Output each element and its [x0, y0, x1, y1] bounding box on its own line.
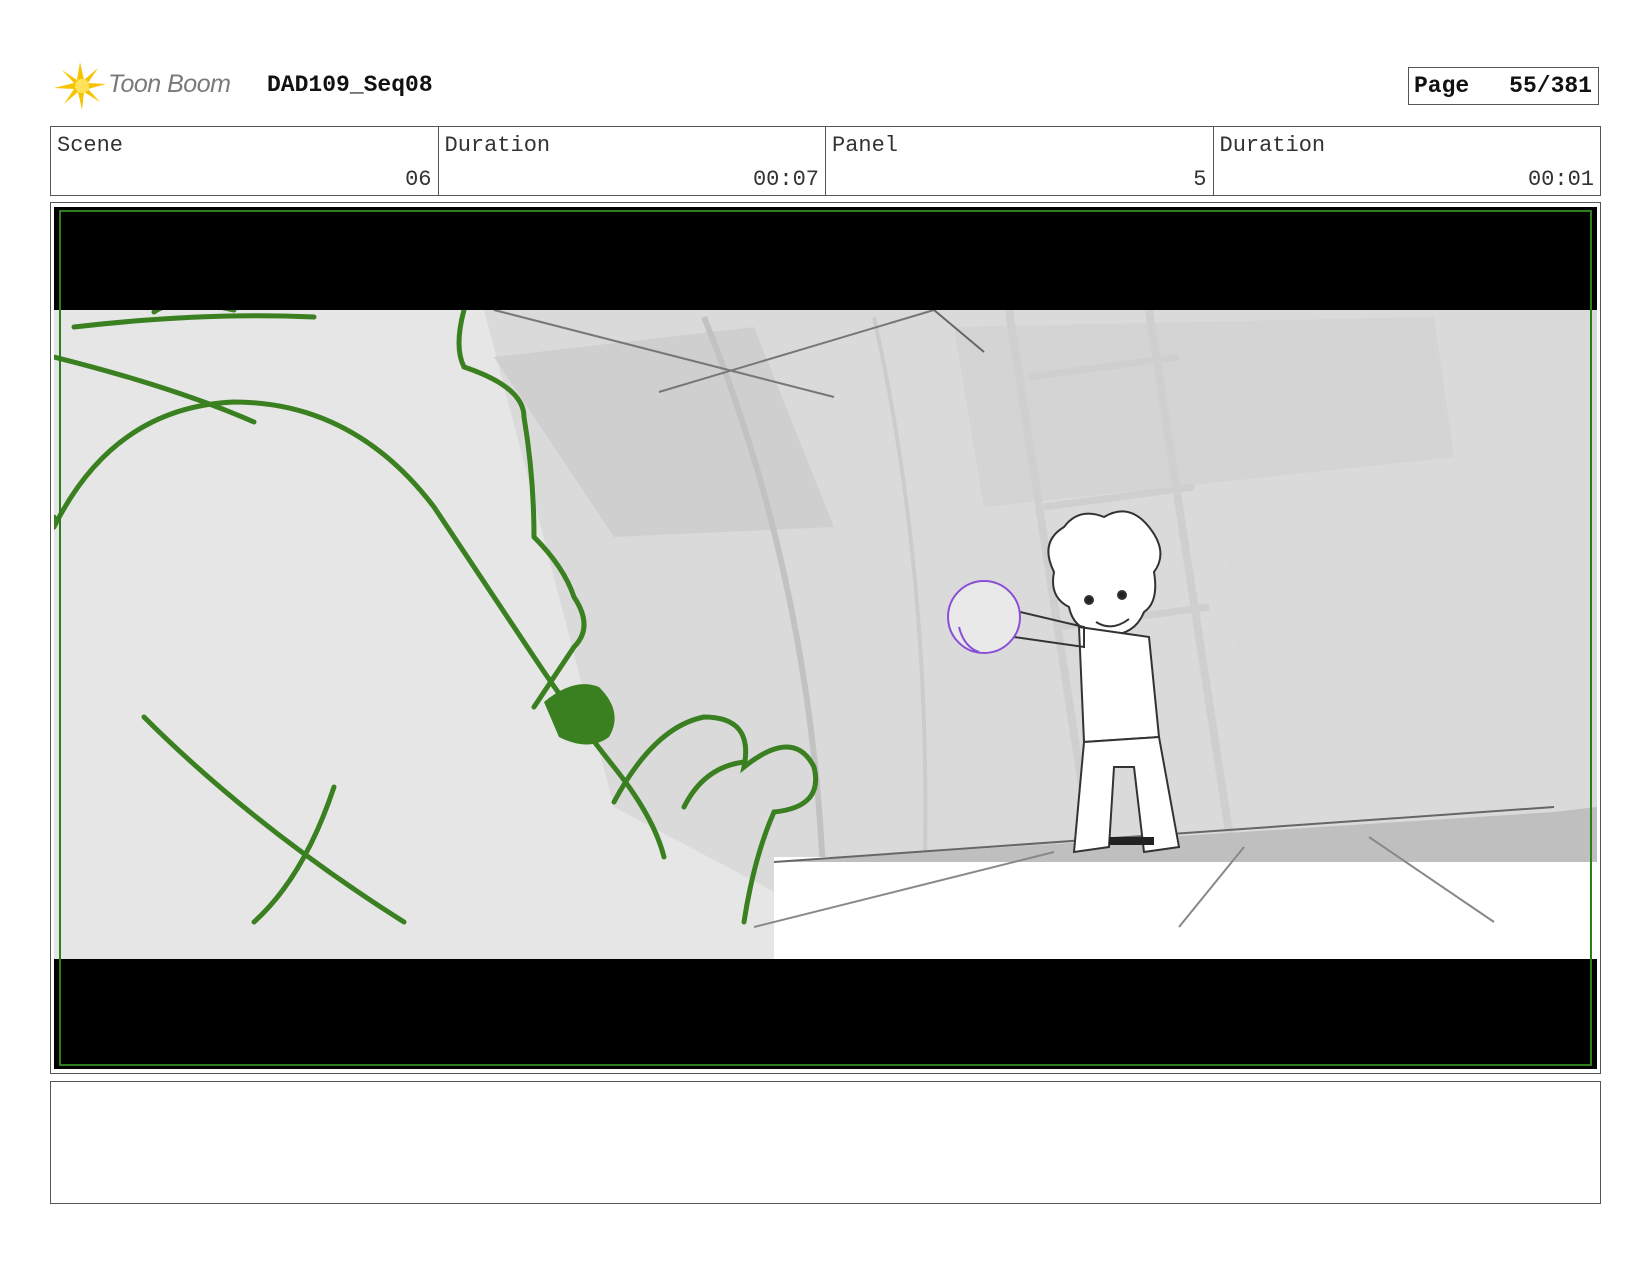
- panel-cell: Panel 5: [826, 127, 1214, 195]
- scene-cell: Scene 06: [51, 127, 439, 195]
- storyboard-panel-image: [54, 207, 1597, 1069]
- letterbox-top: [54, 207, 1597, 310]
- logo-text: Toon Boom: [108, 70, 231, 98]
- scene-label: Scene: [57, 133, 124, 158]
- page-number: 55/381: [1509, 73, 1592, 99]
- document-title: DAD109_Seq08: [267, 72, 433, 98]
- panel-value: 5: [1193, 167, 1207, 192]
- starburst-icon: [54, 62, 106, 110]
- panel-label: Panel: [832, 133, 899, 158]
- panel-duration-label: Duration: [1219, 133, 1326, 158]
- page-label: Page: [1414, 73, 1470, 99]
- panel-duration-value: 00:01: [1527, 167, 1594, 192]
- panel-duration-cell: Duration 00:01: [1214, 127, 1601, 195]
- shot-info-table: Scene 06 Duration 00:07 Panel 5 Duration…: [50, 126, 1601, 196]
- letterbox-bottom: [54, 959, 1597, 1069]
- scene-value: 06: [405, 167, 432, 192]
- scene-duration-label: Duration: [444, 133, 551, 158]
- glowing-orb: [947, 580, 1021, 654]
- scene-duration-value: 00:07: [752, 167, 819, 192]
- toon-boom-logo: Toon Boom: [52, 58, 252, 114]
- scene-duration-cell: Duration 00:07: [439, 127, 826, 195]
- notes-box: [50, 1081, 1601, 1204]
- page-indicator: Page 55/381: [1408, 67, 1599, 105]
